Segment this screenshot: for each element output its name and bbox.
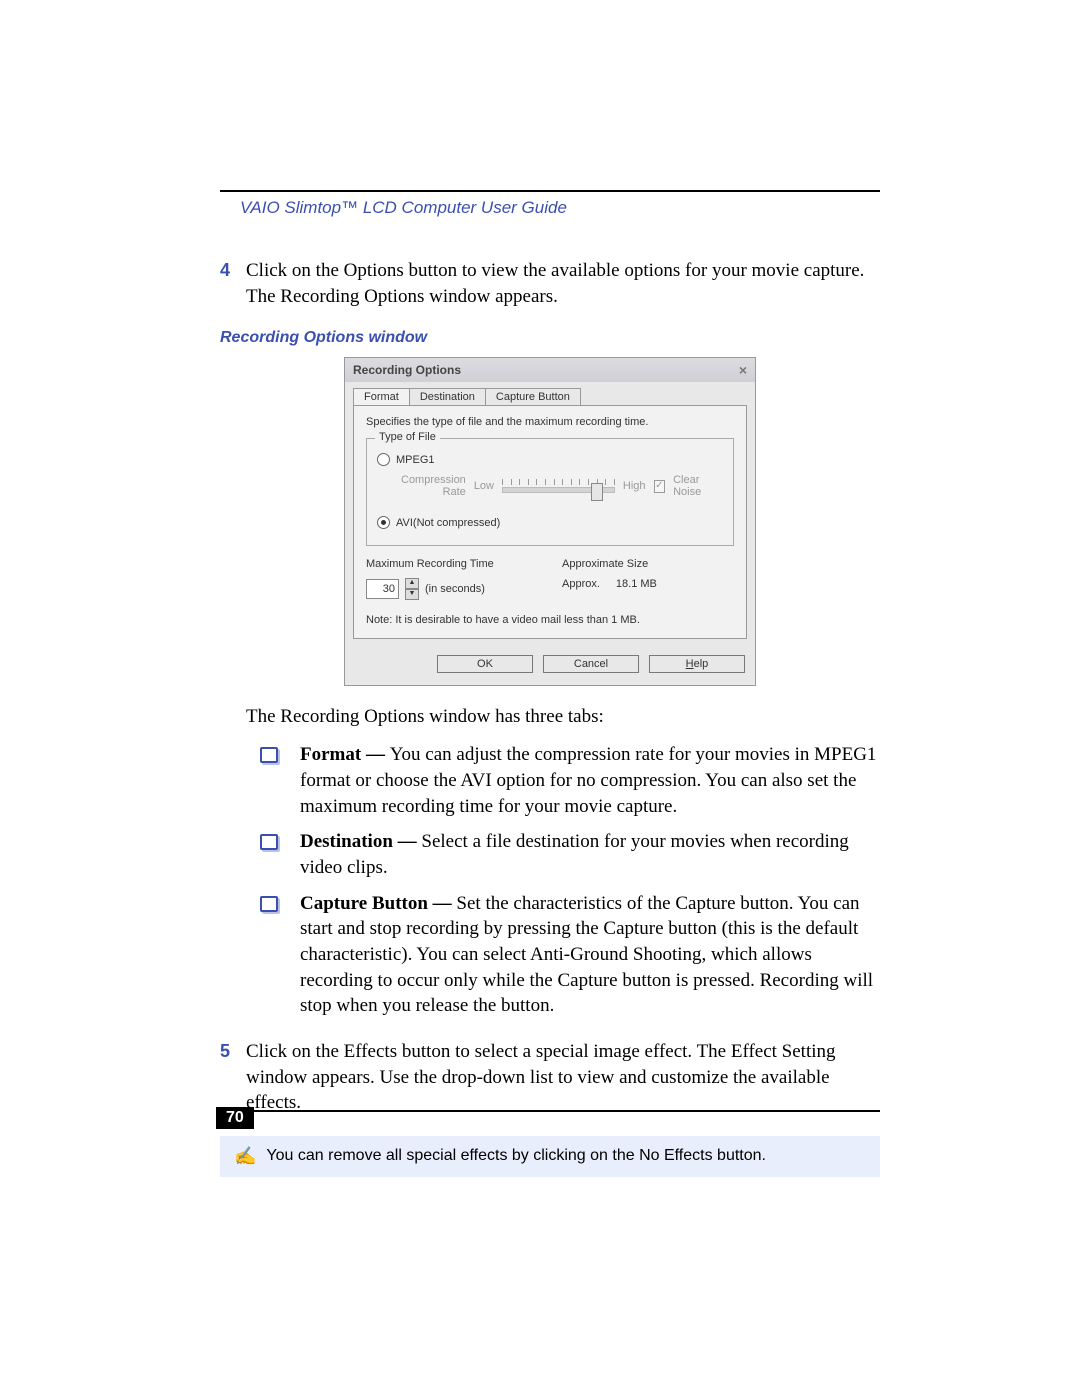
radio-dot-icon [381, 520, 386, 525]
type-of-file-group: Type of File MPEG1 Compression Rate Low [366, 438, 734, 546]
clear-noise-checkbox[interactable]: ✓ [654, 480, 666, 493]
radio-mpeg1-row[interactable]: MPEG1 [377, 453, 723, 466]
check-icon: ✓ [655, 481, 663, 491]
top-rule [220, 190, 880, 192]
dialog-note: Note: It is desirable to have a video ma… [366, 614, 734, 626]
note-icon: ✍ [234, 1146, 256, 1167]
spinner-buttons[interactable]: ▲ ▼ [405, 578, 419, 600]
tab-format[interactable]: Format [353, 388, 410, 405]
step-number: 4 [220, 258, 246, 309]
compression-row: Compression Rate Low High [377, 470, 723, 502]
doc-header-title: VAIO Slimtop™ LCD Computer User Guide [240, 198, 880, 218]
step-4: 4 Click on the Options button to view th… [220, 258, 880, 309]
slider-high-label: High [623, 480, 646, 492]
ok-button[interactable]: OK [437, 655, 533, 673]
footer-rule [220, 1110, 880, 1112]
cancel-button[interactable]: Cancel [543, 655, 639, 673]
figure-caption: Recording Options window [220, 329, 880, 347]
close-icon[interactable]: × [739, 362, 747, 378]
bullet-head-format: Format — [300, 744, 390, 765]
radio-icon[interactable] [377, 453, 390, 466]
seconds-spinner[interactable]: 30 ▲ ▼ (in seconds) [366, 578, 485, 600]
approx-size-col: Approximate Size Approx. 18.1 MB [562, 558, 734, 600]
approx-row: Approx. 18.1 MB [562, 578, 734, 590]
group-title-type: Type of File [375, 431, 440, 443]
step-text: Click on the Options button to view the … [246, 258, 880, 309]
compression-label: Compression Rate [401, 474, 466, 498]
spec-text: Specifies the type of file and the maxim… [366, 416, 734, 428]
slider-thumb[interactable] [591, 483, 603, 501]
help-label-rest: elp [694, 658, 709, 670]
bullet-list: Format — You can adjust the compression … [260, 742, 880, 1018]
dialog-title: Recording Options [353, 363, 461, 377]
radio-mpeg1-label: MPEG1 [396, 454, 435, 466]
bullet-head-capture: Capture Button — [300, 893, 456, 914]
compression-label-a: Compression [401, 474, 466, 486]
list-item: Format — You can adjust the compression … [260, 742, 880, 819]
dialog-tabs: Format Destination Capture Button [345, 382, 755, 405]
dialog-titlebar: Recording Options × [345, 358, 755, 382]
document-page: VAIO Slimtop™ LCD Computer User Guide 4 … [0, 0, 1080, 1397]
bullet-head-destination: Destination — [300, 831, 421, 852]
radio-avi-row[interactable]: AVI(Not compressed) [377, 516, 723, 529]
step-number: 5 [220, 1039, 246, 1116]
dialog-wrap: Recording Options × Format Destination C… [220, 357, 880, 686]
time-size-row: Maximum Recording Time 30 ▲ ▼ (in second… [366, 558, 734, 600]
chevron-down-icon[interactable]: ▼ [405, 589, 419, 600]
tip-text: You can remove all special effects by cl… [266, 1147, 766, 1165]
max-rec-time-col: Maximum Recording Time 30 ▲ ▼ (in second… [366, 558, 538, 600]
approx-size-head: Approximate Size [562, 558, 734, 570]
seconds-label: (in seconds) [425, 583, 485, 595]
step-5: 5 Click on the Effects button to select … [220, 1039, 880, 1116]
page-number: 70 [216, 1107, 254, 1129]
clear-noise-label: Clear Noise [673, 474, 723, 498]
radio-icon[interactable] [377, 516, 390, 529]
dialog-buttons: OK Cancel Help [345, 647, 755, 685]
slider-low-label: Low [474, 480, 494, 492]
page-footer: 70 [220, 1110, 880, 1112]
list-item: Capture Button — Set the characteristics… [260, 891, 880, 1019]
max-rec-time-head: Maximum Recording Time [366, 558, 538, 570]
tab-capture-button[interactable]: Capture Button [485, 388, 581, 405]
tabs-intro-text: The Recording Options window has three t… [246, 706, 880, 728]
tip-box: ✍ You can remove all special effects by … [220, 1136, 880, 1177]
help-button[interactable]: Help [649, 655, 745, 673]
approx-value: 18.1 MB [616, 578, 657, 590]
tab-destination[interactable]: Destination [409, 388, 486, 405]
chevron-up-icon[interactable]: ▲ [405, 578, 419, 589]
recording-options-dialog: Recording Options × Format Destination C… [344, 357, 756, 686]
slider-track [502, 487, 615, 493]
list-item: Destination — Select a file destination … [260, 829, 880, 880]
radio-avi-label: AVI(Not compressed) [396, 517, 500, 529]
approx-label: Approx. [562, 578, 600, 590]
step-text: Click on the Effects button to select a … [246, 1039, 880, 1116]
compression-label-b: Rate [401, 486, 466, 498]
compression-slider[interactable] [502, 479, 615, 493]
seconds-input[interactable]: 30 [366, 579, 399, 599]
tab-panel-format: Specifies the type of file and the maxim… [353, 405, 747, 639]
